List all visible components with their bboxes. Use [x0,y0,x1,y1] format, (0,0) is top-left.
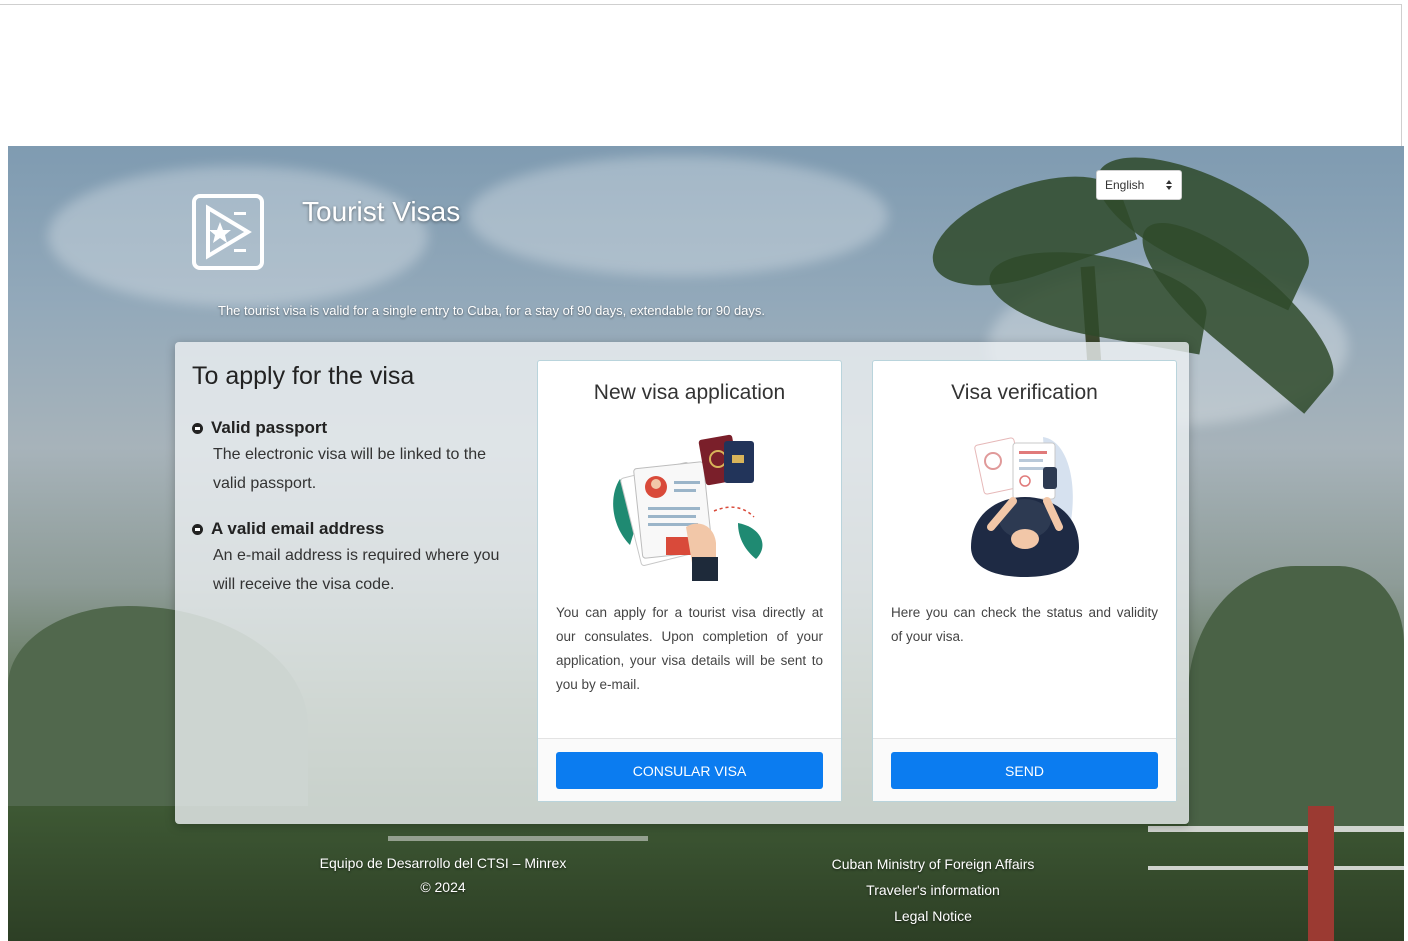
language-select[interactable]: English [1096,170,1182,200]
card-footer: CONSULAR VISA [538,738,841,801]
mountain-shape [1188,566,1404,826]
bullet-circle-icon [192,523,203,535]
cloud-shape [468,156,888,276]
requirements-title: To apply for the visa [192,362,415,390]
hero-background: Tourist Visas The tourist visa is valid … [8,146,1404,941]
requirement-heading: Valid passport [211,418,328,437]
site-logo-icon [192,194,264,270]
passport-application-illustration [538,427,841,587]
new-application-card: New visa application You can apply for a… [537,360,842,802]
footer-team: Equipo de Desarrollo del CTSI – Minrex [319,855,567,871]
footer-link-legal-notice[interactable]: Legal Notice [803,903,1063,929]
document-check-illustration [873,427,1176,587]
railing-post-shape [1308,806,1334,941]
footer-link-ministry[interactable]: Cuban Ministry of Foreign Affairs [803,851,1063,877]
language-selected-value: English [1105,178,1145,192]
requirement-item: A valid email address An e-mail address … [192,519,502,599]
footer-link-traveler-info[interactable]: Traveler's information [803,877,1063,903]
bullet-circle-icon [192,422,203,434]
requirement-heading: A valid email address [211,519,385,538]
card-description: Here you can check the status and validi… [891,605,1158,644]
send-button[interactable]: SEND [891,752,1158,789]
card-footer: SEND [873,738,1176,801]
card-description: You can apply for a tourist visa directl… [556,605,823,692]
visa-verification-card: Visa verification Here you can check the… [872,360,1177,802]
railing-shape [388,836,648,841]
railing-shape [1148,866,1404,870]
site-title: Tourist Visas [302,196,461,227]
visa-tagline: The tourist visa is valid for a single e… [218,303,766,318]
requirement-text: The electronic visa will be linked to th… [213,446,487,492]
requirement-item: Valid passport The electronic visa will … [192,418,502,498]
requirement-text: An e-mail address is required where you … [213,547,500,593]
select-arrows-icon [1166,180,1172,190]
card-title: New visa application [593,381,786,404]
footer-links: Cuban Ministry of Foreign Affairs Travel… [803,851,1063,929]
consular-visa-button[interactable]: CONSULAR VISA [556,752,823,789]
card-title: Visa verification [951,381,1098,404]
railing-shape [1148,826,1404,832]
footer-credits: Equipo de Desarrollo del CTSI – Minrex ©… [298,851,588,899]
visa-panel: To apply for the visa Valid passport The… [175,342,1189,824]
footer-copyright: © 2024 [420,879,466,895]
